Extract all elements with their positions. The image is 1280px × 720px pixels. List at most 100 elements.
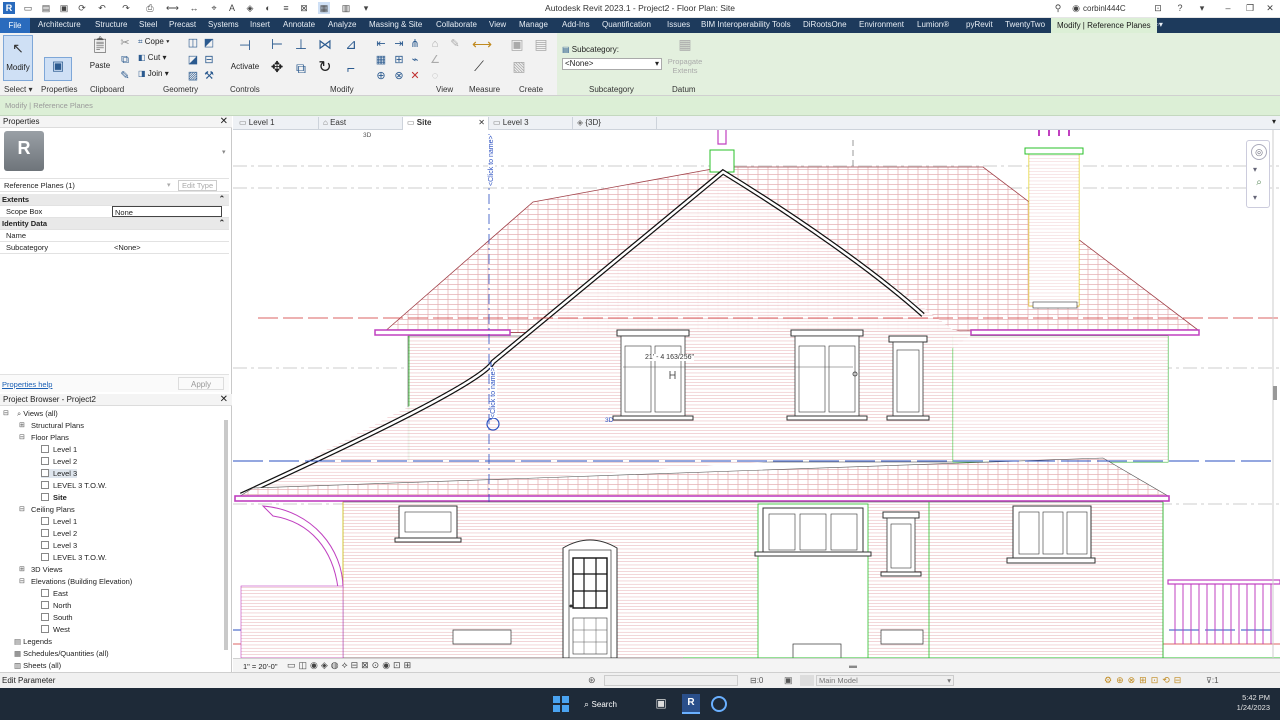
tree-leaf[interactable]: Level 1 xyxy=(41,445,77,454)
design-option-toggle[interactable] xyxy=(800,675,814,686)
mirror-axis-icon[interactable]: ⋈ xyxy=(318,37,332,51)
task-view-icon[interactable]: ▣ xyxy=(653,696,669,712)
view-tab[interactable]: ▭ Level 1 xyxy=(235,117,319,130)
close-icon[interactable]: ✕ xyxy=(220,394,228,405)
name-field[interactable] xyxy=(112,230,222,241)
copy-element-icon[interactable]: ⧉ xyxy=(294,61,308,75)
bracket[interactable] xyxy=(261,505,344,589)
tab-twentytwo[interactable]: TwentyTwo xyxy=(1005,20,1045,29)
lower-window-group[interactable] xyxy=(754,507,872,557)
properties-help-link[interactable]: Properties help xyxy=(2,380,52,389)
workset-dropdown[interactable] xyxy=(604,675,738,686)
tree-leaf[interactable]: LEVEL 3 T.O.W. xyxy=(41,481,107,490)
tree-leaf[interactable]: Level 1 xyxy=(41,517,77,526)
lower-eave[interactable] xyxy=(234,495,1170,502)
tree-node[interactable]: ⊞ 3D Views xyxy=(19,565,63,574)
tree-leaf[interactable]: Level 3 xyxy=(41,541,77,550)
maximize-icon[interactable]: ❐ xyxy=(1244,2,1256,14)
tree-node[interactable]: ⊞ Structural Plans xyxy=(19,421,84,430)
paint-icon[interactable]: ◪ xyxy=(186,53,200,67)
filter-icon[interactable]: ⊽:1 xyxy=(1206,676,1219,685)
reference-plane-name-label[interactable]: <Click to name> xyxy=(490,367,497,418)
scroll-thumb[interactable]: ▬ xyxy=(849,661,857,670)
create-group-icon[interactable]: ▧ xyxy=(512,59,526,73)
help-icon[interactable]: ? xyxy=(1174,2,1186,14)
split-face-icon[interactable]: ◩ xyxy=(202,36,216,50)
user-name[interactable]: corbinl444C xyxy=(1083,4,1126,13)
user-icon[interactable]: ◉ xyxy=(1070,2,1082,14)
binoculars-icon[interactable]: ⚲ xyxy=(1052,2,1064,14)
type-selector-arrow-icon[interactable]: ▾ xyxy=(222,148,226,156)
mirror-draw-icon[interactable]: ⊿ xyxy=(344,37,358,51)
cut-icon[interactable]: ✂ xyxy=(118,36,132,50)
view-tab[interactable]: ⌂ East xyxy=(319,117,403,130)
modify-button[interactable]: ↖ Modify xyxy=(3,35,33,81)
browser-scrollbar[interactable] xyxy=(224,420,228,650)
group-select[interactable]: Select ▾ xyxy=(4,85,32,94)
design-options-icon[interactable]: ▣ xyxy=(784,675,793,686)
taskbar-clock[interactable]: 5:42 PM 1/24/2023 xyxy=(1237,693,1270,713)
minimize-icon[interactable]: – xyxy=(1222,2,1234,14)
tree-leaf[interactable]: West xyxy=(41,625,70,634)
canvas-scrollbar[interactable] xyxy=(1273,386,1277,400)
trim-multi-icon[interactable]: ⋔ xyxy=(408,37,422,51)
revit-taskbar-icon[interactable]: R xyxy=(682,694,700,714)
lower-window[interactable] xyxy=(1006,505,1096,564)
tab-add-ins[interactable]: Add-Ins xyxy=(562,20,590,29)
edit-type-button[interactable]: Edit Type xyxy=(178,180,218,191)
tab-architecture[interactable]: Architecture xyxy=(38,20,81,29)
pin-icon[interactable]: ⊕ xyxy=(374,69,388,83)
tab-manage[interactable]: Manage xyxy=(519,20,548,29)
tab-steel[interactable]: Steel xyxy=(139,20,157,29)
view-tab-active[interactable]: ▭ Site ✕ xyxy=(403,117,489,130)
copy-icon[interactable]: ⧉ xyxy=(118,53,132,67)
paste-button[interactable]: 📋︎ Paste xyxy=(86,35,114,79)
tab-massing-site[interactable]: Massing & Site xyxy=(369,20,422,29)
create-assembly-icon[interactable]: ▣ xyxy=(510,37,524,51)
help-dropdown-icon[interactable]: ▾ xyxy=(1196,2,1208,14)
delete-icon[interactable]: ✕ xyxy=(408,69,422,83)
instance-filter[interactable]: Reference Planes (1) ▾ Edit Type xyxy=(0,178,229,192)
tab-systems[interactable]: Systems xyxy=(208,20,239,29)
tree-leaf[interactable]: South xyxy=(41,613,73,622)
lower-window-narrow[interactable] xyxy=(880,511,922,577)
tree-node[interactable]: ▦ Schedules/Quantities (all) xyxy=(14,649,109,658)
align-icon[interactable]: ⊢ xyxy=(270,37,284,51)
left-eave[interactable] xyxy=(374,329,511,336)
create-parts-icon[interactable]: ▤ xyxy=(534,37,548,51)
tree-node[interactable]: ⊟ Ceiling Plans xyxy=(19,505,75,514)
unpin-icon[interactable]: ⊗ xyxy=(392,69,406,83)
linework-icon[interactable]: ∠ xyxy=(428,53,442,67)
file-tab[interactable]: File xyxy=(0,18,30,33)
demolish-icon[interactable]: ⊟ xyxy=(202,53,216,67)
view-control-icons[interactable]: ▭◫◉◈◍⟡⊟⊠⊙◉⊡⊞ xyxy=(287,660,414,671)
tree-node[interactable]: ▤ Legends xyxy=(14,637,52,646)
tab-structure[interactable]: Structure xyxy=(95,20,127,29)
tab-insert[interactable]: Insert xyxy=(250,20,270,29)
tab-environment[interactable]: Environment xyxy=(859,20,904,29)
properties-button[interactable]: ▣ xyxy=(44,57,72,81)
tab-pyrevit[interactable]: pyRevit xyxy=(966,20,993,29)
railing[interactable] xyxy=(1167,579,1280,644)
tab-modify-reference-planes[interactable]: Modify | Reference Planes xyxy=(1051,18,1157,33)
marker-3d-label[interactable]: 3D xyxy=(605,417,613,424)
center-chimney[interactable] xyxy=(709,149,735,173)
match-type-icon[interactable]: ✎ xyxy=(118,69,132,83)
selection-toggle-icons[interactable]: ⚙⊕⊗⊞⊡⟲⊟ xyxy=(1104,675,1185,686)
close-tab-icon[interactable]: ✕ xyxy=(478,118,485,127)
apply-button[interactable]: Apply xyxy=(178,377,224,390)
tab-bim-interoperability[interactable]: BIM Interoperability Tools xyxy=(701,20,791,29)
tab-lumion[interactable]: Lumion® xyxy=(917,20,949,29)
offset-icon[interactable]: ⊥ xyxy=(294,37,308,51)
tab-dirootsone[interactable]: DiRootsOne xyxy=(803,20,847,29)
tree-leaf[interactable]: East xyxy=(41,589,68,598)
measure-between-icon[interactable]: ⟷ xyxy=(472,37,492,51)
split-icon[interactable]: ⇤ xyxy=(374,37,388,51)
upper-window[interactable] xyxy=(612,329,694,421)
tree-node[interactable]: ▥ Sheets (all) xyxy=(14,661,61,670)
taskbar-search[interactable]: ⌕ Search xyxy=(584,696,640,712)
hide-element-icon[interactable]: ⌂ xyxy=(428,37,442,51)
tree-node[interactable]: ⊟ Elevations (Building Elevation) xyxy=(19,577,132,586)
upper-window[interactable] xyxy=(786,329,868,421)
entry-door[interactable] xyxy=(562,539,618,658)
